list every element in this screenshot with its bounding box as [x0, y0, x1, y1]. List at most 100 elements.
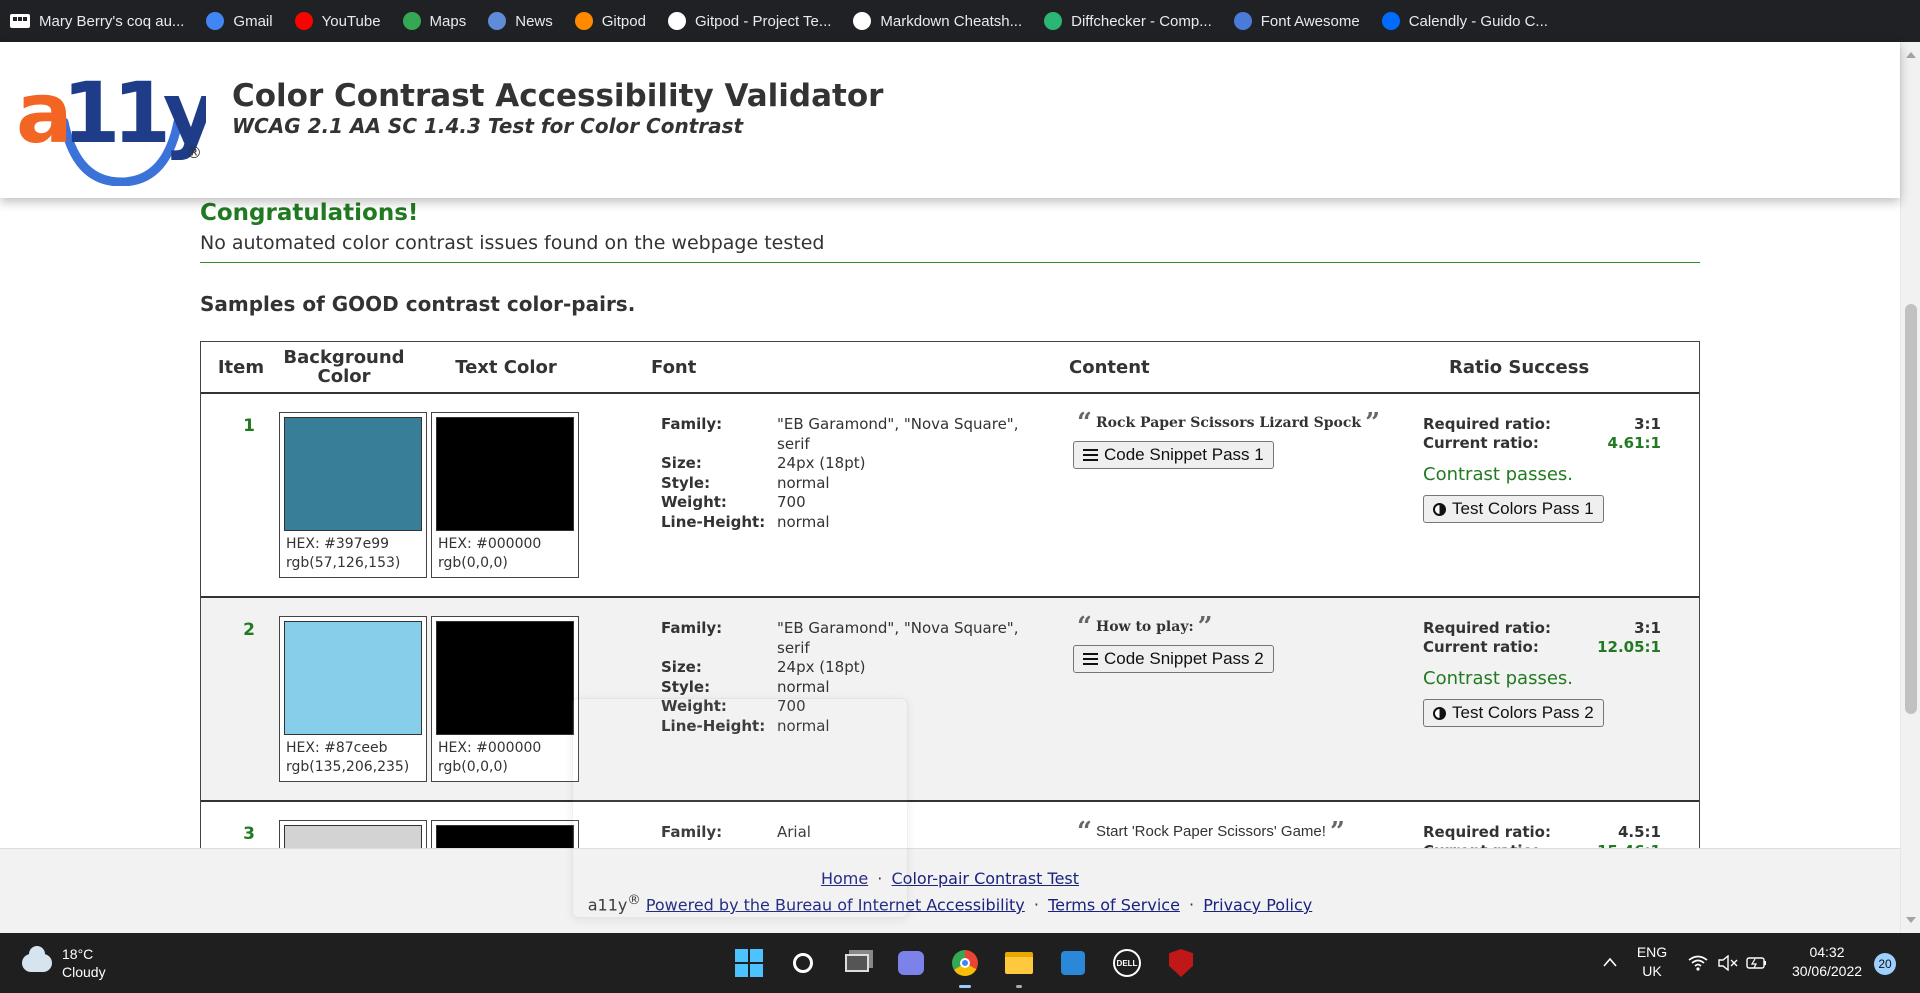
a11y-logo[interactable]: a 11y ® [16, 62, 206, 186]
footer-privacy-link[interactable]: Privacy Policy [1203, 895, 1312, 914]
bookmark-item[interactable]: Diffchecker - Comp... [1044, 12, 1212, 30]
search-icon-glyph [793, 953, 813, 973]
file-explorer-icon[interactable] [999, 943, 1039, 988]
start-pane [735, 964, 748, 977]
code-snippet-label: Code Snippet Pass 1 [1104, 445, 1264, 464]
table-header: Item Background Color Text Color Font Co… [201, 342, 1699, 394]
test-colors-button[interactable]: Test Colors Pass 2 [1423, 699, 1604, 727]
maps-icon [402, 12, 421, 30]
code-snippet-label: Code Snippet Pass 2 [1104, 649, 1264, 668]
clock[interactable]: 04:32 30/06/2022 [1782, 943, 1872, 981]
bookmark-label: News [515, 12, 553, 30]
logo-text: a [16, 64, 67, 162]
chrome-icon-glyph [952, 950, 978, 976]
bookmark-item[interactable]: Maps [402, 12, 466, 30]
bookmark-item[interactable]: Calendly - Guido C... [1381, 12, 1548, 30]
text-rgb: rgb(0,0,0) [438, 759, 508, 775]
bookmark-item[interactable]: YouTube [294, 12, 381, 30]
col-content: Content [1069, 357, 1150, 378]
font-row: Family: "EB Garamond", "Nova Square", ser… [661, 619, 1037, 658]
text-hex: HEX: #000000 [438, 740, 542, 756]
content-cell: “Rock Paper Scissors Lizard Spock” Code S… [1073, 410, 1433, 469]
background-rgb: rgb(135,206,235) [286, 759, 410, 775]
required-ratio-label: Required ratio: [1423, 823, 1551, 841]
dell-icon[interactable]: DELL [1107, 943, 1147, 983]
battery-icon[interactable] [1746, 955, 1768, 971]
text-color-card [431, 820, 579, 848]
footer-terms-link[interactable]: Terms of Service [1048, 895, 1180, 914]
code-snippet-button[interactable]: Code Snippet Pass 1 [1073, 441, 1274, 469]
page-subtitle: WCAG 2.1 AA SC 1.4.3 Test for Color Cont… [232, 114, 744, 138]
current-ratio-row: Current ratio: 4.61:1 [1423, 434, 1661, 453]
font-row: Weight: 700 [661, 493, 1037, 513]
required-ratio-value: 4.5:1 [1617, 823, 1661, 841]
chrome-icon[interactable] [945, 943, 985, 988]
col-ratio-success: Ratio Success [1449, 357, 1590, 378]
font-row: Line-Height: normal [661, 513, 1037, 533]
code-snippet-button[interactable]: Code Snippet Pass 2 [1073, 645, 1274, 673]
weather-widget[interactable]: 18°C Cloudy [22, 945, 106, 981]
page-scrollbar[interactable] [1900, 42, 1920, 933]
bookmark-label: Calendly - Guido C... [1408, 12, 1548, 30]
font-family-value: "EB Garamond", "Nova Square", serif [777, 619, 1019, 657]
volume-muted-icon[interactable] [1718, 955, 1738, 971]
search-icon[interactable] [783, 943, 823, 983]
clock-date: 30/06/2022 [1791, 963, 1863, 979]
mcafee-icon[interactable] [1161, 943, 1201, 983]
scroll-thumb[interactable] [1905, 304, 1917, 714]
text-swatch [436, 825, 574, 848]
font-row: Size: 24px (18pt) [661, 454, 1037, 474]
bookmark-item[interactable]: Font Awesome [1233, 12, 1360, 30]
font-line-height-value: normal [777, 512, 830, 531]
content-cell: “Start 'Rock Paper Scissors' Game!” [1073, 819, 1433, 845]
main-content: Congratulations! No automated color cont… [0, 198, 1900, 848]
windows-start-icon[interactable] [729, 943, 769, 983]
ratio-cell: Required ratio:4.5:1Current ratio:15.46:… [1423, 823, 1661, 848]
teams-chat-icon-glyph [898, 951, 924, 975]
bookmark-item[interactable]: News [488, 12, 553, 30]
background-color-card: HEX: #397e99 rgb(57,126,153) [279, 412, 427, 578]
item-number: 3 [243, 824, 255, 844]
bookmark-item[interactable]: Markdown Cheatsh... [853, 12, 1022, 30]
wifi-icon[interactable] [1688, 955, 1708, 971]
footer-color-pair-link[interactable]: Color-pair Contrast Test [891, 869, 1079, 888]
bookmark-item[interactable]: Mary Berry's coq au... [10, 13, 184, 30]
bookmark-label: Gitpod - Project Te... [694, 12, 832, 30]
table-row: 3 Family: Arial “Start 'Rock Paper Scissors… [201, 802, 1699, 848]
content-cell: “How to play:” Code Snippet Pass 2 [1073, 612, 1433, 673]
font-style-value: normal [777, 677, 830, 696]
samples-heading: Samples of GOOD contrast color-pairs. [200, 292, 636, 316]
current-ratio-value: 4.61:1 [1607, 434, 1661, 452]
test-colors-button[interactable]: Test Colors Pass 1 [1423, 495, 1604, 523]
table-row: 1 HEX: #397e99 rgb(57,126,153) HEX: #000000… [201, 394, 1699, 598]
font-size-value: 24px (18pt) [777, 454, 866, 472]
required-ratio-label: Required ratio: [1423, 619, 1551, 637]
font-row: Style: normal [661, 678, 1037, 698]
current-ratio-row: Current ratio: 12.05:1 [1423, 638, 1661, 657]
adjust-contrast-icon [1433, 502, 1446, 516]
bookmark-item[interactable]: Gmail [206, 12, 273, 30]
font-label: Size: [661, 454, 702, 472]
align-left-icon [1083, 653, 1098, 665]
clock-time: 04:32 [1809, 944, 1845, 960]
scroll-down-arrow-icon[interactable] [1906, 917, 1916, 923]
dell-icon-glyph: DELL [1113, 949, 1141, 977]
test-colors-label: Test Colors Pass 1 [1452, 499, 1594, 518]
teams-chat-icon[interactable] [891, 943, 931, 983]
content-text: Start 'Rock Paper Scissors' Game! [1095, 823, 1326, 840]
bookmark-item[interactable]: Gitpod - Project Te... [667, 12, 832, 30]
taskbar-apps: DELL [722, 943, 1208, 988]
scroll-up-arrow-icon[interactable] [1906, 52, 1916, 58]
notification-badge[interactable]: 20 [1874, 953, 1896, 975]
language-code: ENG [1636, 944, 1668, 960]
tray-chevron-up-icon[interactable] [1603, 957, 1617, 967]
file-explorer-icon-glyph [1005, 952, 1033, 974]
task-view-icon[interactable] [837, 943, 877, 983]
bookmark-item[interactable]: Gitpod [574, 12, 646, 30]
font-label: Weight: [661, 493, 727, 511]
task-view-icon-glyph [845, 954, 869, 972]
language-indicator[interactable]: ENG UK [1632, 943, 1672, 981]
content-sample: “Rock Paper Scissors Lizard Spock” [1073, 410, 1433, 436]
microsoft-store-icon[interactable] [1053, 943, 1093, 983]
quote-left-icon: “ [1077, 612, 1092, 642]
